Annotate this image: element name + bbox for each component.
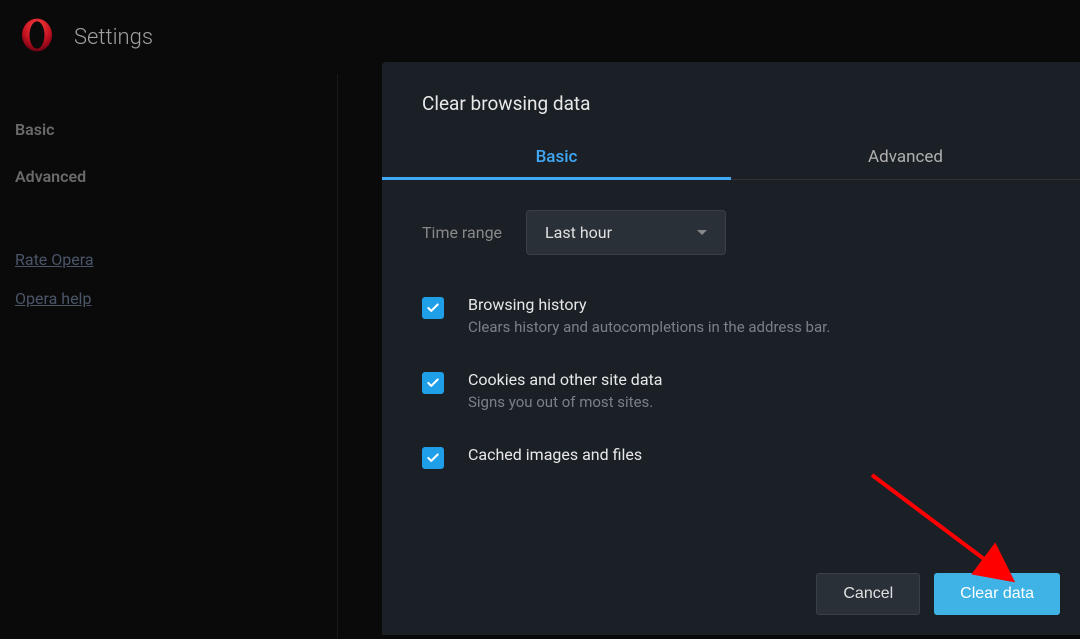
option-title: Cached images and files — [468, 445, 1040, 464]
sidebar-link-help[interactable]: Opera help — [15, 279, 322, 318]
option-title: Cookies and other site data — [468, 370, 1040, 389]
option-cookies: Cookies and other site data Signs you ou… — [422, 370, 1040, 411]
check-icon — [426, 376, 440, 390]
check-icon — [426, 301, 440, 315]
checkbox-browsing-history[interactable] — [422, 297, 444, 319]
dialog-title: Clear browsing data — [382, 92, 1080, 135]
option-desc: Signs you out of most sites. — [468, 393, 1040, 411]
checkbox-cached[interactable] — [422, 447, 444, 469]
check-icon — [426, 451, 440, 465]
checkbox-cookies[interactable] — [422, 372, 444, 394]
page-title: Settings — [74, 25, 153, 50]
sidebar: Basic Advanced Rate Opera Opera help — [0, 74, 338, 639]
cancel-button[interactable]: Cancel — [816, 573, 920, 615]
dialog-footer: Cancel Clear data — [816, 573, 1060, 615]
dialog-tabs: Basic Advanced — [382, 135, 1080, 180]
time-range-select[interactable]: Last hour — [526, 210, 726, 255]
tab-basic[interactable]: Basic — [382, 135, 731, 179]
sidebar-item-advanced[interactable]: Advanced — [15, 153, 322, 200]
option-browsing-history: Browsing history Clears history and auto… — [422, 295, 1040, 336]
chevron-down-icon — [697, 230, 707, 235]
sidebar-item-basic[interactable]: Basic — [15, 106, 322, 153]
time-range-row: Time range Last hour — [422, 210, 1040, 255]
opera-logo-icon — [20, 18, 54, 56]
tab-advanced[interactable]: Advanced — [731, 135, 1080, 179]
clear-browsing-data-dialog: Clear browsing data Basic Advanced Time … — [382, 62, 1080, 635]
sidebar-link-rate[interactable]: Rate Opera — [15, 240, 322, 279]
option-cached: Cached images and files — [422, 445, 1040, 469]
option-desc: Clears history and autocompletions in th… — [468, 318, 1040, 336]
time-range-label: Time range — [422, 223, 502, 242]
option-title: Browsing history — [468, 295, 1040, 314]
time-range-value: Last hour — [545, 223, 612, 242]
clear-data-button[interactable]: Clear data — [934, 573, 1060, 615]
